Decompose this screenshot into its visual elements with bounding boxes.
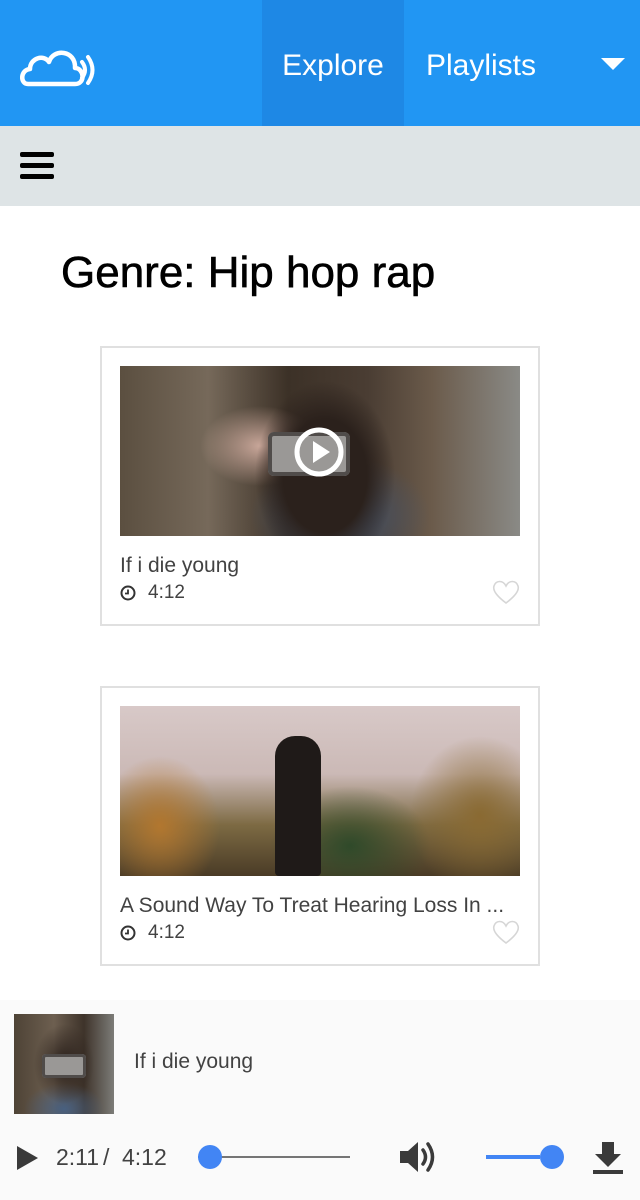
tab-explore[interactable]: Explore <box>262 0 404 126</box>
volume-level <box>486 1155 540 1159</box>
hamburger-menu-icon[interactable] <box>20 152 56 184</box>
seek-slider[interactable] <box>198 1144 352 1170</box>
track-card[interactable]: A Sound Way To Treat Hearing Loss In ...… <box>100 686 540 966</box>
download-icon[interactable] <box>592 1140 624 1176</box>
play-circle-icon[interactable] <box>293 426 345 478</box>
now-playing-thumbnail <box>14 1014 114 1114</box>
clock-icon <box>120 925 136 941</box>
volume-icon[interactable] <box>398 1138 440 1176</box>
duration-text: 4:12 <box>148 922 185 943</box>
menu-bar <box>0 126 640 206</box>
play-icon[interactable] <box>14 1144 40 1172</box>
caret-down-icon[interactable] <box>588 50 636 80</box>
tab-playlists[interactable]: Playlists <box>404 0 558 126</box>
track-title[interactable]: A Sound Way To Treat Hearing Loss In ... <box>120 894 520 918</box>
duration-text: 4:12 <box>148 582 185 603</box>
volume-handle[interactable] <box>540 1145 564 1169</box>
track-title[interactable]: If i die young <box>120 554 520 578</box>
clock-icon <box>120 585 136 601</box>
total-time: 4:12 <box>122 1144 167 1170</box>
track-thumbnail[interactable] <box>120 366 520 536</box>
track-card[interactable]: If i die young 4:12 <box>100 346 540 626</box>
page-title: Genre: Hip hop rap <box>61 248 436 298</box>
heart-outline-icon[interactable] <box>491 578 521 606</box>
seek-handle[interactable] <box>198 1145 222 1169</box>
person-image-detail <box>275 736 321 876</box>
track-thumbnail[interactable] <box>120 706 520 876</box>
current-time: 2:11 <box>56 1144 100 1170</box>
camera-image-detail <box>42 1054 86 1078</box>
time-separator: / <box>103 1144 110 1170</box>
heart-outline-icon[interactable] <box>491 918 521 946</box>
volume-slider[interactable] <box>486 1144 564 1170</box>
now-playing-title: If i die young <box>134 1050 254 1073</box>
cloud-signal-icon[interactable] <box>18 40 100 90</box>
